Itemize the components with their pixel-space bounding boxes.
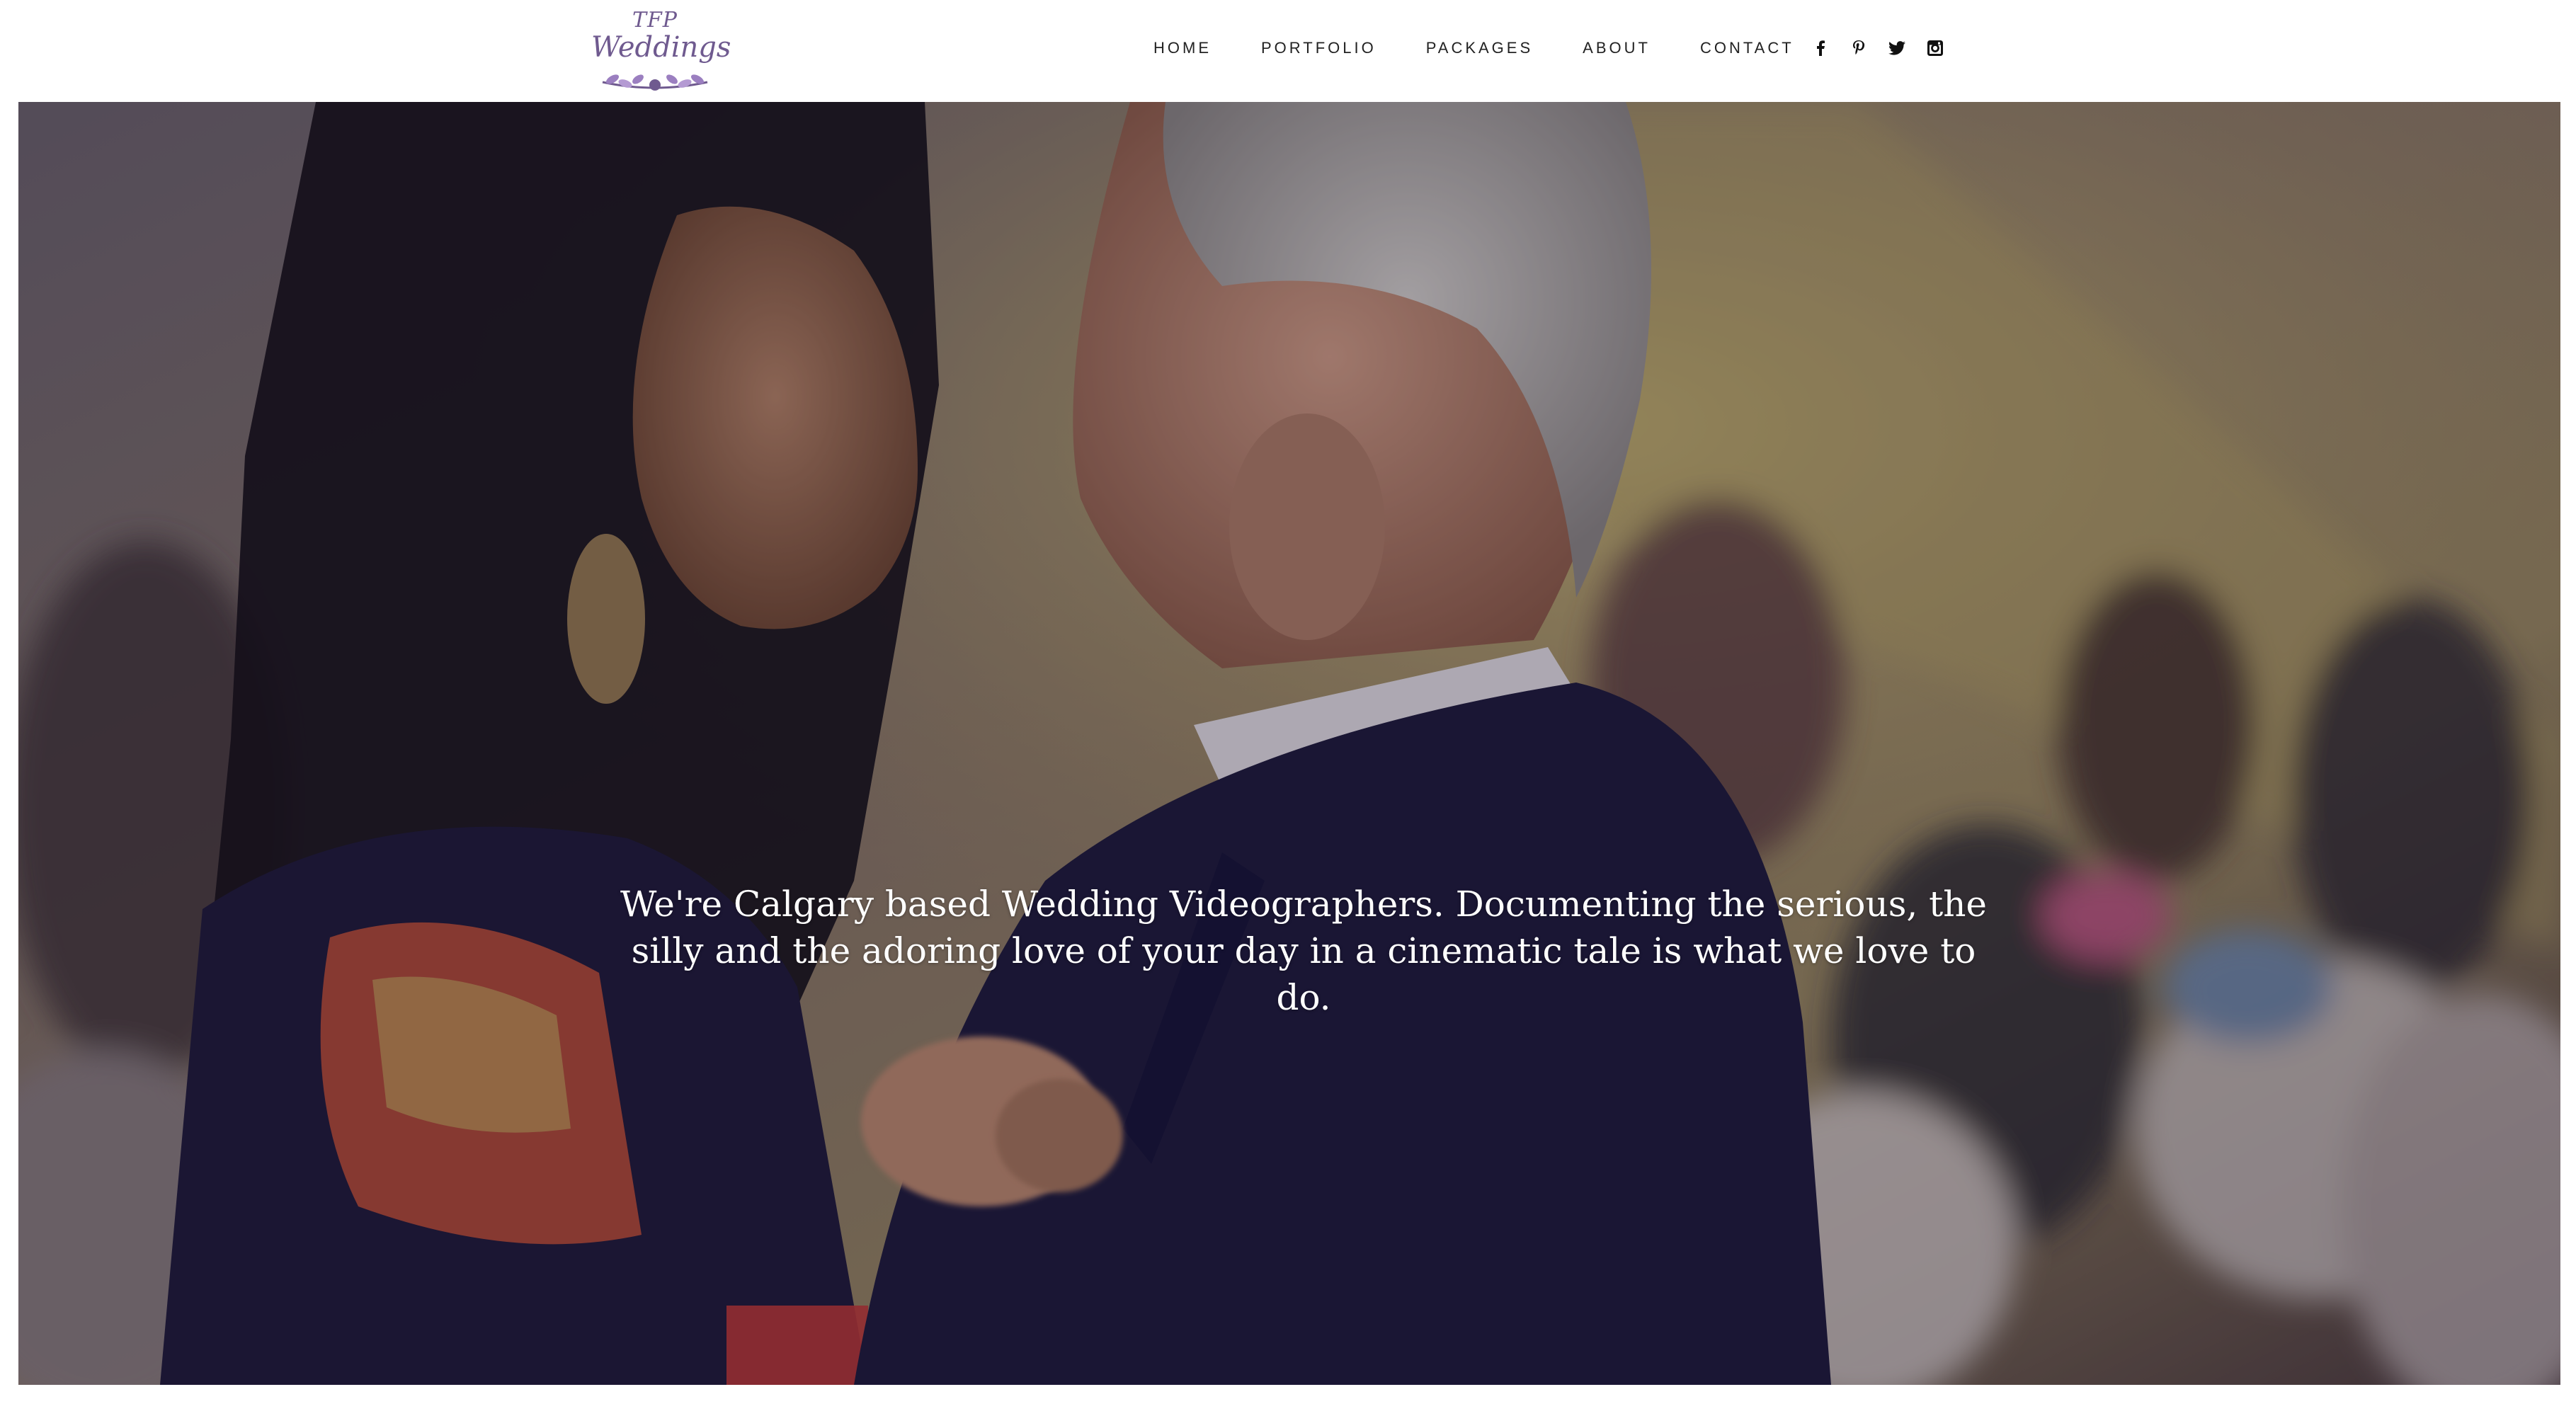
nav-about-link[interactable]: ABOUT: [1583, 38, 1651, 58]
twitter-icon[interactable]: [1886, 38, 1908, 59]
pinterest-icon[interactable]: [1848, 38, 1869, 59]
logo-wordmark: Weddings: [591, 31, 731, 64]
nav-portfolio-link[interactable]: PORTFOLIO: [1261, 38, 1377, 58]
hero-banner: We're Calgary based Wedding Videographer…: [18, 102, 2560, 1385]
logo-initials: TFP: [632, 8, 678, 33]
site-header: TFP Weddings HOME PORTFOLIO PACKAGES ABO…: [0, 0, 2576, 102]
main-nav: HOME PORTFOLIO PACKAGES ABOUT CONTACT: [1153, 38, 1794, 58]
hero-overlay: [18, 102, 2560, 1385]
page-bottom-strip: [0, 1385, 2576, 1416]
instagram-icon[interactable]: [1925, 38, 1946, 59]
logo-leaves-icon: [602, 74, 708, 91]
facebook-icon[interactable]: [1810, 38, 1831, 59]
site-logo[interactable]: TFP Weddings: [591, 7, 731, 95]
nav-home-link[interactable]: HOME: [1153, 38, 1212, 58]
social-links: [1810, 38, 1946, 59]
hero-tagline: We're Calgary based Wedding Videographer…: [620, 884, 1988, 1018]
nav-packages-link[interactable]: PACKAGES: [1426, 38, 1533, 58]
nav-contact-link[interactable]: CONTACT: [1700, 38, 1794, 58]
